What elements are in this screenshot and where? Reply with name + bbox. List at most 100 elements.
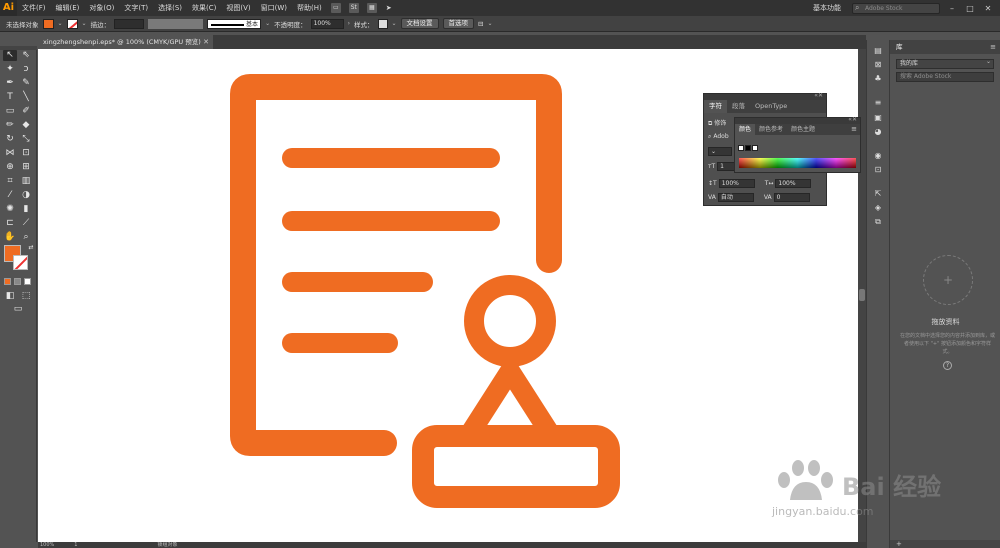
none-swatch[interactable] bbox=[738, 145, 744, 151]
gradient-mode-swatch[interactable] bbox=[14, 278, 21, 285]
tab-character[interactable]: 字符 bbox=[704, 100, 727, 113]
white-swatch[interactable] bbox=[752, 145, 758, 151]
rotate-icon[interactable]: ↻ bbox=[3, 134, 17, 145]
chevron-down-icon[interactable]: ⌄ bbox=[265, 20, 270, 27]
zoom-level[interactable]: 100% bbox=[40, 542, 54, 548]
kerning-input[interactable]: 自动 bbox=[717, 193, 754, 202]
chevron-down-icon[interactable]: ⌄ bbox=[58, 20, 63, 27]
graph-tool-icon[interactable]: ▮ bbox=[19, 204, 33, 215]
selection-tool-icon[interactable]: ↖ bbox=[3, 50, 17, 61]
send-icon[interactable]: ➤ bbox=[381, 4, 397, 12]
color-mode-swatch[interactable] bbox=[4, 278, 11, 285]
menu-icon[interactable]: ≡ bbox=[990, 40, 996, 54]
graphic-style-swatch[interactable] bbox=[377, 18, 388, 29]
menu-effect[interactable]: 效果(C) bbox=[187, 3, 221, 13]
minimize-icon[interactable]: – bbox=[946, 4, 958, 13]
artboard-tool-icon[interactable]: ⊏ bbox=[3, 218, 17, 229]
help-icon[interactable]: ? bbox=[943, 361, 952, 370]
screen-mode-icon[interactable]: ⬚ bbox=[19, 291, 33, 302]
edit-toolbar-icon[interactable]: ▭ bbox=[11, 304, 25, 315]
stock-search-input[interactable]: Adobe Stock bbox=[852, 2, 940, 14]
magic-wand-icon[interactable]: ✦ bbox=[3, 64, 17, 75]
hand-tool-icon[interactable]: ✋ bbox=[3, 232, 17, 243]
artboard-number[interactable]: 1 bbox=[74, 542, 77, 548]
properties-icon[interactable]: ▤ bbox=[873, 46, 883, 56]
stroke-color-box[interactable] bbox=[13, 255, 28, 270]
collapse-icon[interactable]: «✕ bbox=[848, 116, 857, 123]
menu-view[interactable]: 视图(V) bbox=[221, 3, 255, 13]
perspective-grid-icon[interactable]: ⊞ bbox=[19, 162, 33, 173]
tab-color-guide[interactable]: 颜色参考 bbox=[755, 124, 787, 135]
slice-icon[interactable]: ⟋ bbox=[19, 218, 33, 229]
line-tool-icon[interactable]: ╲ bbox=[19, 92, 33, 103]
panel-grip[interactable]: «✕ bbox=[704, 92, 826, 100]
curvature-icon[interactable]: ✎ bbox=[19, 78, 33, 89]
chevron-right-icon[interactable]: › bbox=[348, 20, 350, 27]
shaper-icon[interactable]: ✏ bbox=[3, 120, 17, 131]
chevron-down-icon[interactable]: ⌄ bbox=[487, 20, 492, 27]
mesh-icon[interactable]: ⌗ bbox=[3, 176, 17, 187]
document-tab[interactable]: xingzhengshenpi.eps* @ 100% (CMYK/GPU 预览… bbox=[38, 35, 213, 49]
symbol-sprayer-icon[interactable]: ✺ bbox=[3, 204, 17, 215]
export-icon[interactable]: ⇱ bbox=[873, 189, 883, 199]
artboards-icon[interactable]: ⧉ bbox=[873, 217, 883, 227]
black-swatch[interactable] bbox=[745, 145, 751, 151]
color-spectrum[interactable] bbox=[739, 158, 856, 168]
layers-icon[interactable]: ◈ bbox=[873, 203, 883, 213]
variable-width-profile[interactable] bbox=[148, 18, 204, 29]
direct-selection-tool-icon[interactable]: ⇖ bbox=[19, 50, 33, 61]
fill-swatch[interactable] bbox=[42, 18, 54, 29]
tab-paragraph[interactable]: 段落 bbox=[727, 100, 750, 113]
draw-mode-icon[interactable]: ◧ bbox=[3, 291, 17, 302]
layout-icon[interactable]: ▭ bbox=[330, 3, 341, 13]
eraser-icon[interactable]: ◆ bbox=[19, 120, 33, 131]
library-select[interactable]: 我的库 bbox=[896, 58, 994, 69]
document-setup-button[interactable]: 文档设置 bbox=[400, 18, 439, 29]
none-mode-swatch[interactable] bbox=[24, 278, 31, 285]
collapse-icon[interactable]: «✕ bbox=[814, 92, 823, 99]
pen-tool-icon[interactable]: ✒ bbox=[3, 78, 17, 89]
stroke-panel-icon[interactable]: ≡ bbox=[873, 98, 883, 108]
graphic-styles-icon[interactable]: ⊡ bbox=[873, 165, 883, 175]
preferences-button[interactable]: 首选项 bbox=[442, 18, 475, 29]
arrange-icon[interactable]: ▦ bbox=[366, 3, 377, 13]
add-asset-icon[interactable]: + bbox=[890, 540, 1000, 548]
transparency-icon[interactable]: ◕ bbox=[873, 127, 883, 137]
menu-icon[interactable]: ≡ bbox=[851, 124, 857, 135]
close-icon[interactable]: ✕ bbox=[982, 4, 994, 13]
width-tool-icon[interactable]: ⋈ bbox=[3, 148, 17, 159]
free-transform-icon[interactable]: ⊡ bbox=[19, 148, 33, 159]
workspace-switcher[interactable]: 基本功能 bbox=[808, 3, 846, 13]
menu-window[interactable]: 窗口(W) bbox=[256, 3, 292, 13]
chevron-down-icon[interactable]: ⌄ bbox=[82, 20, 87, 27]
menu-help[interactable]: 帮助(H) bbox=[292, 3, 327, 13]
brushes-icon[interactable]: ♣ bbox=[873, 74, 883, 84]
appearance-icon[interactable]: ◉ bbox=[873, 151, 883, 161]
rectangle-tool-icon[interactable]: ▭ bbox=[3, 106, 17, 117]
lasso-icon[interactable]: ↄ bbox=[19, 64, 33, 75]
library-search-input[interactable]: 搜索 Adobe Stock bbox=[896, 72, 994, 82]
tab-color[interactable]: 颜色 bbox=[735, 124, 756, 135]
menu-edit[interactable]: 编辑(E) bbox=[51, 3, 85, 13]
brush-definition[interactable]: 基本 bbox=[207, 18, 262, 29]
menu-object[interactable]: 对象(O) bbox=[84, 3, 119, 13]
font-style-select[interactable]: ⌄ bbox=[708, 147, 732, 156]
tab-opentype[interactable]: OpenType bbox=[750, 100, 792, 113]
menu-select[interactable]: 选择(S) bbox=[153, 3, 187, 13]
stroke-weight-input[interactable] bbox=[114, 18, 145, 29]
tab-color-themes[interactable]: 颜色主题 bbox=[787, 124, 819, 135]
swap-icon[interactable]: ⇄ bbox=[24, 242, 38, 253]
libraries-title[interactable]: 库 bbox=[896, 43, 903, 51]
scroll-thumb[interactable] bbox=[859, 289, 865, 301]
bridge-icon[interactable]: St bbox=[348, 3, 359, 13]
tracking-input[interactable]: 0 bbox=[773, 193, 810, 202]
eyedropper-icon[interactable]: ⁄ bbox=[3, 190, 17, 201]
font-family-input[interactable]: Adob bbox=[713, 131, 728, 142]
horizontal-scale-input[interactable]: 100% bbox=[775, 179, 812, 188]
maximize-icon[interactable]: □ bbox=[964, 4, 976, 13]
menu-file[interactable]: 文件(F) bbox=[17, 3, 51, 13]
menu-type[interactable]: 文字(T) bbox=[119, 3, 153, 13]
chevron-down-icon[interactable]: ⌄ bbox=[392, 20, 397, 27]
touch-type-icon[interactable]: ⧉ bbox=[708, 118, 712, 129]
close-icon[interactable]: ✕ bbox=[203, 35, 209, 49]
